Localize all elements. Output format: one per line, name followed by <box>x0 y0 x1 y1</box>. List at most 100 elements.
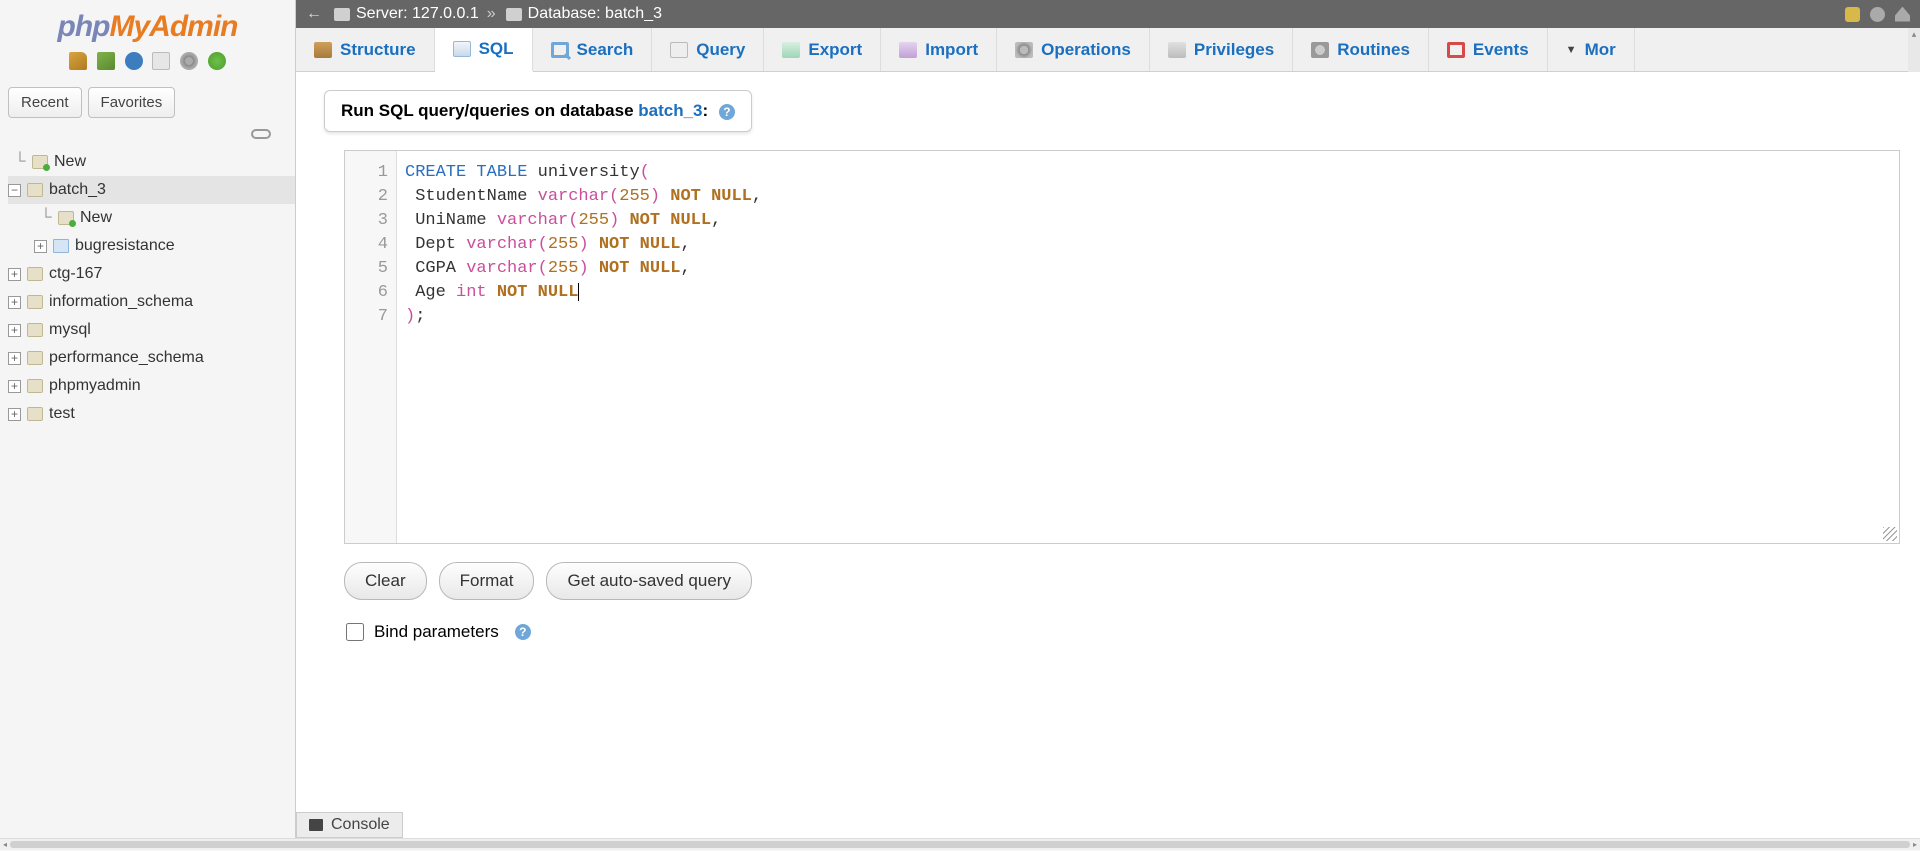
horizontal-scrollbar[interactable]: ◂ ▸ <box>0 838 1920 850</box>
expand-icon[interactable]: + <box>8 408 21 421</box>
tab-operations[interactable]: Operations <box>997 28 1150 71</box>
link-icon <box>251 129 271 139</box>
tree-label: information_schema <box>49 293 193 311</box>
tree-node-test[interactable]: + test <box>8 400 295 428</box>
console-icon <box>309 819 323 831</box>
tree-label: ctg-167 <box>49 265 102 283</box>
tab-import[interactable]: Import <box>881 28 997 71</box>
search-icon <box>551 42 569 58</box>
tab-events[interactable]: Events <box>1429 28 1548 71</box>
tree-node-batch-3[interactable]: − batch_3 <box>8 176 295 204</box>
recent-tab[interactable]: Recent <box>8 87 82 118</box>
bind-parameters-checkbox[interactable] <box>346 623 364 641</box>
privileges-icon <box>1168 42 1186 58</box>
docs-icon[interactable] <box>125 52 143 70</box>
expand-icon[interactable]: + <box>34 240 47 253</box>
console-bar[interactable]: Console <box>296 812 403 838</box>
database-icon <box>27 267 43 281</box>
tab-privileges[interactable]: Privileges <box>1150 28 1293 71</box>
sidebar-shortcut-icons <box>0 48 295 81</box>
expand-icon[interactable]: + <box>8 268 21 281</box>
vertical-scrollbar[interactable]: ▴ <box>1908 28 1920 72</box>
tree-label: mysql <box>49 321 91 339</box>
code-area[interactable]: CREATE TABLE university( StudentName var… <box>397 151 1899 543</box>
routines-icon <box>1311 42 1329 58</box>
import-icon <box>899 42 917 58</box>
tab-search[interactable]: Search <box>533 28 653 71</box>
bind-parameters-label: Bind parameters <box>374 622 499 642</box>
tree-label: test <box>49 405 75 423</box>
breadcrumb-server[interactable]: Server: 127.0.0.1 <box>356 5 479 23</box>
page-settings-icon[interactable] <box>1870 7 1885 22</box>
tree-node-new[interactable]: └New <box>8 148 295 176</box>
database-icon <box>27 323 43 337</box>
format-button[interactable]: Format <box>439 562 535 600</box>
database-icon <box>27 407 43 421</box>
tree-label: New <box>80 209 112 227</box>
sql-window-icon[interactable] <box>152 52 170 70</box>
expand-icon[interactable]: + <box>8 352 21 365</box>
favorites-tab[interactable]: Favorites <box>88 87 176 118</box>
tree-node-information-schema[interactable]: + information_schema <box>8 288 295 316</box>
sql-editor[interactable]: 1234567 CREATE TABLE university( Student… <box>344 150 1900 544</box>
sql-icon <box>453 41 471 57</box>
tree-label: phpmyadmin <box>49 377 141 395</box>
database-icon <box>27 183 43 197</box>
tree-label: performance_schema <box>49 349 204 367</box>
database-icon <box>506 8 522 21</box>
reload-icon[interactable] <box>208 52 226 70</box>
expand-icon[interactable]: + <box>8 324 21 337</box>
tree-label: batch_3 <box>49 181 106 199</box>
navigation-sidebar: phpMyAdmin Recent Favorites └New − batch_3… <box>0 0 296 850</box>
pma-logo: phpMyAdmin <box>0 0 295 48</box>
collapse-toggle[interactable] <box>0 124 295 144</box>
settings-icon[interactable] <box>180 52 198 70</box>
query-icon <box>670 42 688 58</box>
structure-icon <box>314 42 332 58</box>
server-icon <box>334 8 350 21</box>
export-icon <box>782 42 800 58</box>
expand-icon[interactable]: + <box>8 380 21 393</box>
gear-icon <box>1015 42 1033 58</box>
breadcrumb-bar: ← Server: 127.0.0.1 » Database: batch_3 <box>296 0 1920 28</box>
help-icon[interactable]: ? <box>515 624 531 640</box>
line-gutter: 1234567 <box>345 151 397 543</box>
tab-query[interactable]: Query <box>652 28 764 71</box>
database-icon <box>58 211 74 225</box>
database-tree: └New−batch_3└New+bugresistance+ctg-167+i… <box>0 144 295 428</box>
logout-icon[interactable] <box>97 52 115 70</box>
sql-content: Run SQL query/queries on database batch_… <box>296 72 1920 850</box>
database-icon <box>32 155 48 169</box>
table-icon <box>53 239 69 253</box>
autosaved-button[interactable]: Get auto-saved query <box>546 562 751 600</box>
expand-icon[interactable]: + <box>8 296 21 309</box>
chevron-down-icon: ▼ <box>1566 44 1577 56</box>
main-panel: ← Server: 127.0.0.1 » Database: batch_3 … <box>296 0 1920 850</box>
tree-label: bugresistance <box>75 237 175 255</box>
tab-routines[interactable]: Routines <box>1293 28 1429 71</box>
breadcrumb-database[interactable]: Database: batch_3 <box>528 5 662 23</box>
run-sql-label: Run SQL query/queries on database batch_… <box>324 90 752 132</box>
clear-button[interactable]: Clear <box>344 562 427 600</box>
help-icon[interactable]: ? <box>719 104 735 120</box>
tab-structure[interactable]: Structure <box>296 28 435 71</box>
tab-export[interactable]: Export <box>764 28 881 71</box>
home-icon[interactable] <box>69 52 87 70</box>
database-icon <box>27 379 43 393</box>
tab-more[interactable]: ▼Mor <box>1548 28 1635 71</box>
database-icon <box>27 295 43 309</box>
tree-node-new[interactable]: └New <box>8 204 295 232</box>
expand-icon[interactable]: − <box>8 184 21 197</box>
tree-node-mysql[interactable]: + mysql <box>8 316 295 344</box>
tab-sql[interactable]: SQL <box>435 28 533 72</box>
page-collapse-icon[interactable] <box>1895 7 1910 22</box>
resize-handle[interactable] <box>1883 527 1897 541</box>
tree-node-ctg-167[interactable]: + ctg-167 <box>8 260 295 288</box>
database-icon <box>27 351 43 365</box>
lock-icon[interactable] <box>1845 7 1860 22</box>
tree-node-bugresistance[interactable]: + bugresistance <box>8 232 295 260</box>
tree-node-performance-schema[interactable]: + performance_schema <box>8 344 295 372</box>
clock-icon <box>1447 42 1465 58</box>
back-arrow-icon[interactable]: ← <box>306 5 322 23</box>
tree-node-phpmyadmin[interactable]: + phpmyadmin <box>8 372 295 400</box>
